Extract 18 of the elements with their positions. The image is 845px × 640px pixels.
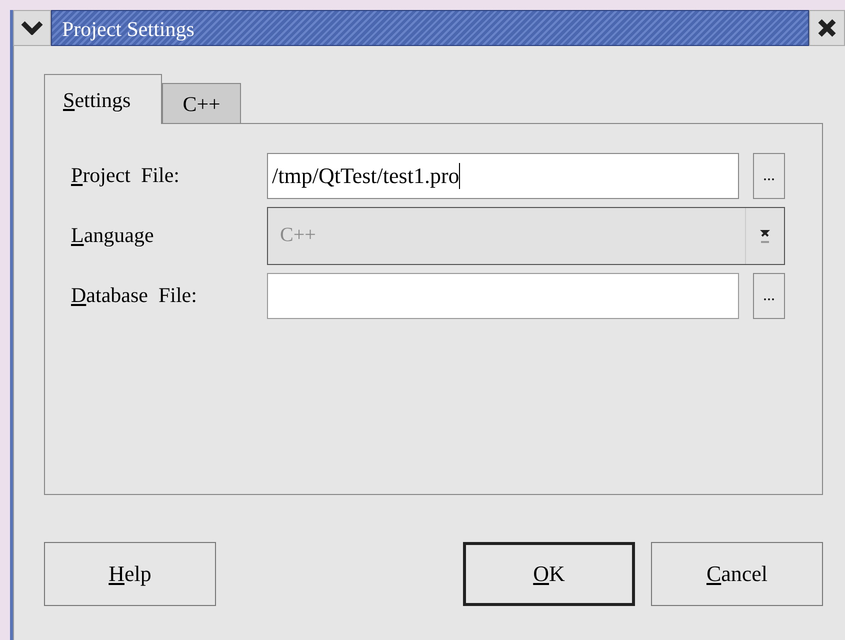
- close-icon: [817, 18, 837, 38]
- field-label: Database File:: [71, 283, 198, 308]
- close-button[interactable]: [809, 10, 845, 46]
- dialog-button[interactable]: Help: [44, 542, 216, 606]
- chevron-down-icon: [21, 21, 43, 35]
- window-menu-button[interactable]: [13, 10, 51, 46]
- field-label: Language: [71, 223, 155, 248]
- field-label: Project File:: [71, 163, 180, 188]
- tab[interactable]: Settings: [44, 74, 162, 124]
- dialog-button[interactable]: Cancel: [651, 542, 823, 606]
- window-title: Project Settings: [51, 10, 809, 46]
- input-field[interactable]: [267, 272, 739, 318]
- browse-button[interactable]: ...: [753, 152, 785, 198]
- input-field[interactable]: /tmp/QtTest/test1.pro: [267, 152, 739, 198]
- text-cursor: [459, 162, 460, 188]
- dialog-button[interactable]: OK: [463, 542, 635, 606]
- browse-button[interactable]: ...: [753, 272, 785, 318]
- tab[interactable]: C++: [162, 83, 242, 123]
